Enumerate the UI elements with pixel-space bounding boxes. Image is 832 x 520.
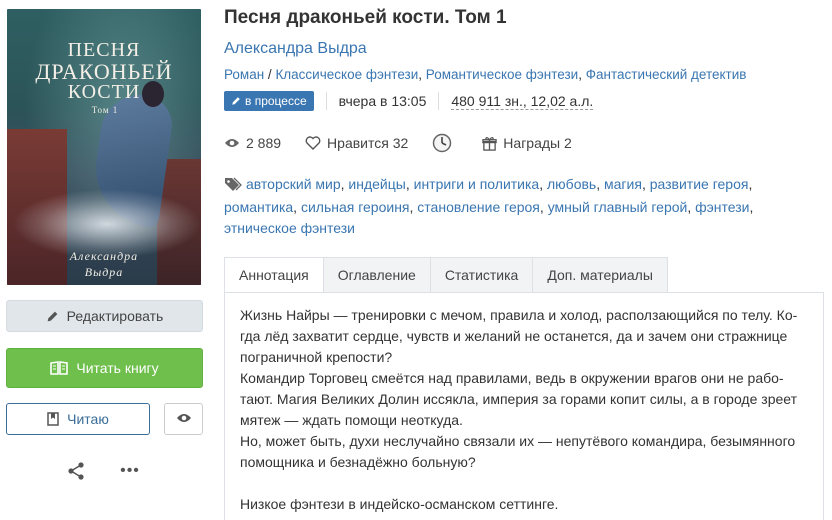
pencil-icon (231, 96, 241, 106)
annotation-line: Низкое фэнтези в индейско-османском сетт… (240, 496, 559, 512)
book-cover[interactable]: ПЕСНЯ ДРАКОНЬЕЙ КОСТИ Том 1 Александра В… (7, 9, 201, 285)
tag-link[interactable]: этническое фэнтези (224, 220, 355, 236)
tags-icon (224, 176, 242, 197)
eye-icon (176, 411, 192, 427)
annotation-line: гда лёд захватит сердце, чувств и желани… (240, 328, 788, 344)
genre-link[interactable]: Классическое фэнтези (275, 67, 418, 82)
cover-volume: Том 1 (91, 105, 119, 115)
genre-link[interactable]: Роман (224, 67, 264, 82)
edit-button[interactable]: Редактировать (6, 300, 203, 332)
cover-author-line: Александра (69, 249, 139, 263)
read-book-button[interactable]: Читать книгу (6, 348, 203, 388)
annotation-line: Но, может быть, духи неслучайно связали … (240, 433, 796, 449)
tag-link[interactable]: становление героя (417, 199, 540, 215)
tag-link[interactable]: фэнтези (695, 199, 749, 215)
tag-link[interactable]: интриги и политика (414, 176, 540, 192)
status-row: в процессе вчера в 13:05 480 911 зн., 12… (224, 90, 594, 112)
book-open-icon (50, 361, 69, 375)
awards-button[interactable]: Награды 2 (482, 135, 572, 151)
more-options-icon[interactable]: ••• (119, 460, 141, 482)
tab-annotation[interactable]: Аннотация (224, 257, 324, 293)
reading-list-button[interactable]: Читаю (6, 403, 150, 435)
pencil-icon (46, 310, 59, 323)
share-icon[interactable] (65, 460, 87, 482)
tag-link[interactable]: развитие героя (650, 176, 749, 192)
awards-label: Награды 2 (503, 135, 572, 151)
book-size[interactable]: 480 911 зн., 12,02 а.л. (451, 93, 594, 110)
tag-link[interactable]: индейцы (348, 176, 405, 192)
read-book-label: Читать книгу (76, 360, 159, 376)
tag-link[interactable]: авторский мир (246, 176, 341, 192)
tag-link[interactable]: магия (604, 176, 642, 192)
tag-link[interactable]: любовь (547, 176, 596, 192)
tab-statistics[interactable]: Статистика (430, 257, 534, 293)
tag-link[interactable]: умный главный герой (548, 199, 688, 215)
genre-link[interactable]: Романтическое фэнтези (426, 67, 578, 82)
status-badge: в процессе (224, 91, 314, 111)
views-stat: 2 889 (224, 135, 281, 151)
eye-icon (224, 137, 240, 149)
cover-title-line: КОСТИ (67, 81, 141, 103)
annotation-line: тают. Магия Великих Долин иссякла, импер… (240, 391, 798, 407)
genre-list: Роман / Классическое фэнтези, Романтичес… (224, 67, 747, 82)
genre-link[interactable]: Фантастический детектив (586, 67, 747, 82)
clock-icon (432, 133, 452, 153)
annotation-line: помощника и безнадёжно больную? (240, 454, 476, 470)
cover-author-line: Выдра (84, 265, 124, 279)
watch-button[interactable] (164, 403, 203, 435)
reading-time-button[interactable] (432, 133, 458, 153)
views-count: 2 889 (246, 135, 282, 151)
bookmark-book-icon (47, 412, 59, 426)
like-button[interactable]: Нравится 32 (305, 135, 408, 151)
stats-row: 2 889 Нравится 32 Награды 2 (224, 132, 596, 154)
reading-list-label: Читаю (67, 411, 109, 427)
edit-button-label: Редактировать (66, 308, 164, 324)
tag-list: авторский мир, индейцы, интриги и полити… (224, 176, 754, 236)
annotation-line: Командир Торговец смеётся над правилами,… (240, 370, 784, 386)
book-tabs: Аннотация Оглавление Статистика Доп. мат… (224, 257, 668, 293)
updated-time: вчера в 13:05 (338, 93, 427, 109)
gift-icon (482, 136, 498, 151)
author-link[interactable]: Александра Выдра (224, 40, 367, 58)
tab-extra-materials[interactable]: Доп. материалы (533, 257, 668, 293)
annotation-line: мятеж — ждать помощи неоткуда. (240, 412, 463, 428)
likes-label: Нравится 32 (327, 135, 409, 151)
status-label: в процессе (245, 94, 307, 108)
annotation-line: Жизнь Найры — тренировки с мечом, правил… (240, 307, 798, 323)
book-title: Песня драконьей кости. Том 1 (224, 7, 507, 28)
tag-link[interactable]: сильная героиня (301, 199, 410, 215)
annotation-line: пограничной крепости? (240, 349, 393, 365)
tag-link[interactable]: романтика (224, 199, 293, 215)
annotation-text: Жизнь Найры — тренировки с мечом, правил… (240, 305, 810, 515)
tab-contents[interactable]: Оглавление (323, 257, 431, 293)
heart-icon (305, 136, 321, 150)
